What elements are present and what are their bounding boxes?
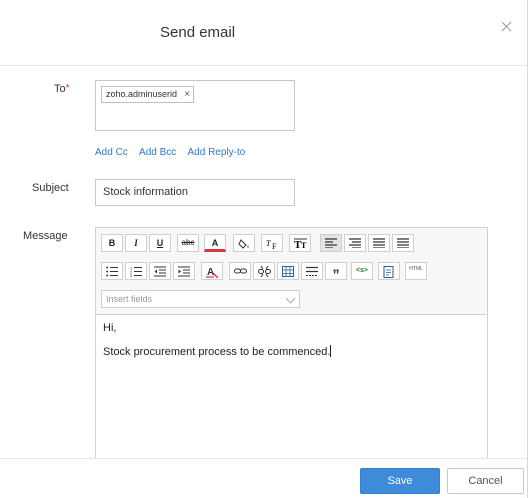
recipient-links: Add Cc Add Bcc Add Reply-to	[95, 147, 254, 158]
align-left-button[interactable]	[320, 234, 342, 252]
table-icon	[282, 266, 294, 277]
clear-format-button[interactable]: A	[201, 262, 223, 280]
strikethrough-button[interactable]: abc	[177, 234, 199, 252]
font-family-icon: TF	[266, 239, 277, 250]
insert-fields-dropdown[interactable]: Insert fields	[101, 290, 300, 308]
remove-recipient-icon[interactable]: ×	[184, 87, 190, 102]
font-size-button[interactable]: TT	[289, 234, 311, 252]
svg-text:F: F	[272, 242, 277, 250]
bold-button[interactable]: B	[101, 234, 123, 252]
align-right-button[interactable]	[368, 234, 390, 252]
subject-input[interactable]: Stock information	[95, 179, 295, 206]
svg-text:A: A	[207, 267, 214, 278]
horizontal-line-icon	[306, 266, 318, 276]
to-label: To*	[54, 83, 70, 95]
add-reply-to-link[interactable]: Add Reply-to	[188, 147, 246, 158]
add-cc-link[interactable]: Add Cc	[95, 147, 128, 158]
send-email-dialog: Send email To* zoho.adminuserid × Add Cc…	[0, 0, 528, 498]
svg-text:T: T	[266, 239, 271, 248]
close-icon[interactable]	[500, 20, 514, 34]
add-bcc-link[interactable]: Add Bcc	[139, 147, 176, 158]
horizontal-line-button[interactable]	[301, 262, 323, 280]
template-icon	[383, 266, 394, 278]
dialog-header: Send email	[0, 0, 527, 66]
message-line-1: Hi,	[103, 322, 117, 334]
html-icon: HTML	[409, 266, 423, 272]
message-body[interactable]: Hi, Stock procurement process to be comm…	[96, 316, 487, 466]
clear-format-icon: A	[206, 267, 219, 278]
unlink-icon	[258, 266, 271, 277]
svg-text:T: T	[301, 241, 307, 250]
cancel-button[interactable]: Cancel	[447, 468, 524, 494]
background-color-button[interactable]	[233, 234, 255, 252]
rich-text-editor: B I U abc A TF TT 1 2 3 A ” <s> HTML Ins…	[95, 227, 488, 467]
indent-increase-icon	[178, 266, 190, 277]
font-family-button[interactable]: TF	[261, 234, 283, 252]
dialog-title: Send email	[160, 24, 236, 41]
source-code-button[interactable]: <s>	[351, 262, 373, 280]
paint-bucket-icon	[238, 239, 249, 249]
font-color-button[interactable]: A	[204, 234, 226, 252]
message-line-2-text: Stock procurement process to be commence…	[103, 346, 331, 358]
underline-button[interactable]: U	[149, 234, 171, 252]
html-button[interactable]: HTML	[405, 262, 427, 280]
svg-text:3: 3	[130, 273, 133, 277]
dialog-footer: Save Cancel	[0, 458, 527, 498]
numbered-list-button[interactable]: 123	[125, 262, 147, 280]
italic-button[interactable]: I	[125, 234, 147, 252]
font-size-icon: TT	[294, 238, 307, 250]
subject-label: Subject	[32, 182, 69, 194]
numbered-list-icon: 123	[130, 266, 142, 277]
align-justify-button[interactable]	[392, 234, 414, 252]
recipient-chip-label: zoho.adminuserid	[106, 89, 178, 99]
align-center-icon	[349, 238, 361, 248]
editor-toolbar: B I U abc A TF TT 1 2 3 A ” <s> HTML Ins…	[96, 228, 487, 315]
message-line-2: Stock procurement process to be commence…	[103, 345, 480, 358]
font-color-icon: A	[211, 238, 219, 248]
recipient-chip: zoho.adminuserid ×	[101, 86, 195, 103]
insert-link-button[interactable]	[229, 262, 251, 280]
indent-decrease-button[interactable]	[149, 262, 171, 280]
save-button[interactable]: Save	[360, 468, 440, 494]
align-justify-icon	[397, 238, 409, 248]
insert-table-button[interactable]	[277, 262, 299, 280]
text-cursor	[330, 345, 332, 357]
link-icon	[234, 268, 247, 274]
source-code-icon: <s>	[355, 267, 369, 274]
required-mark: *	[65, 83, 70, 94]
indent-decrease-icon	[154, 266, 166, 277]
align-right-icon	[373, 238, 385, 248]
quote-icon: ”	[332, 266, 340, 282]
quote-button[interactable]: ”	[325, 262, 347, 282]
chevron-down-icon	[285, 293, 296, 304]
align-left-icon	[325, 238, 337, 248]
indent-increase-button[interactable]	[173, 262, 195, 280]
remove-link-button[interactable]	[253, 262, 275, 280]
bulleted-list-icon	[106, 266, 118, 277]
insert-fields-placeholder: Insert fields	[106, 294, 153, 304]
message-label: Message	[23, 230, 68, 242]
align-center-button[interactable]	[344, 234, 366, 252]
to-label-text: To	[54, 83, 66, 95]
bulleted-list-button[interactable]	[101, 262, 123, 280]
to-field[interactable]: zoho.adminuserid ×	[95, 80, 295, 131]
insert-template-button[interactable]	[378, 262, 400, 280]
